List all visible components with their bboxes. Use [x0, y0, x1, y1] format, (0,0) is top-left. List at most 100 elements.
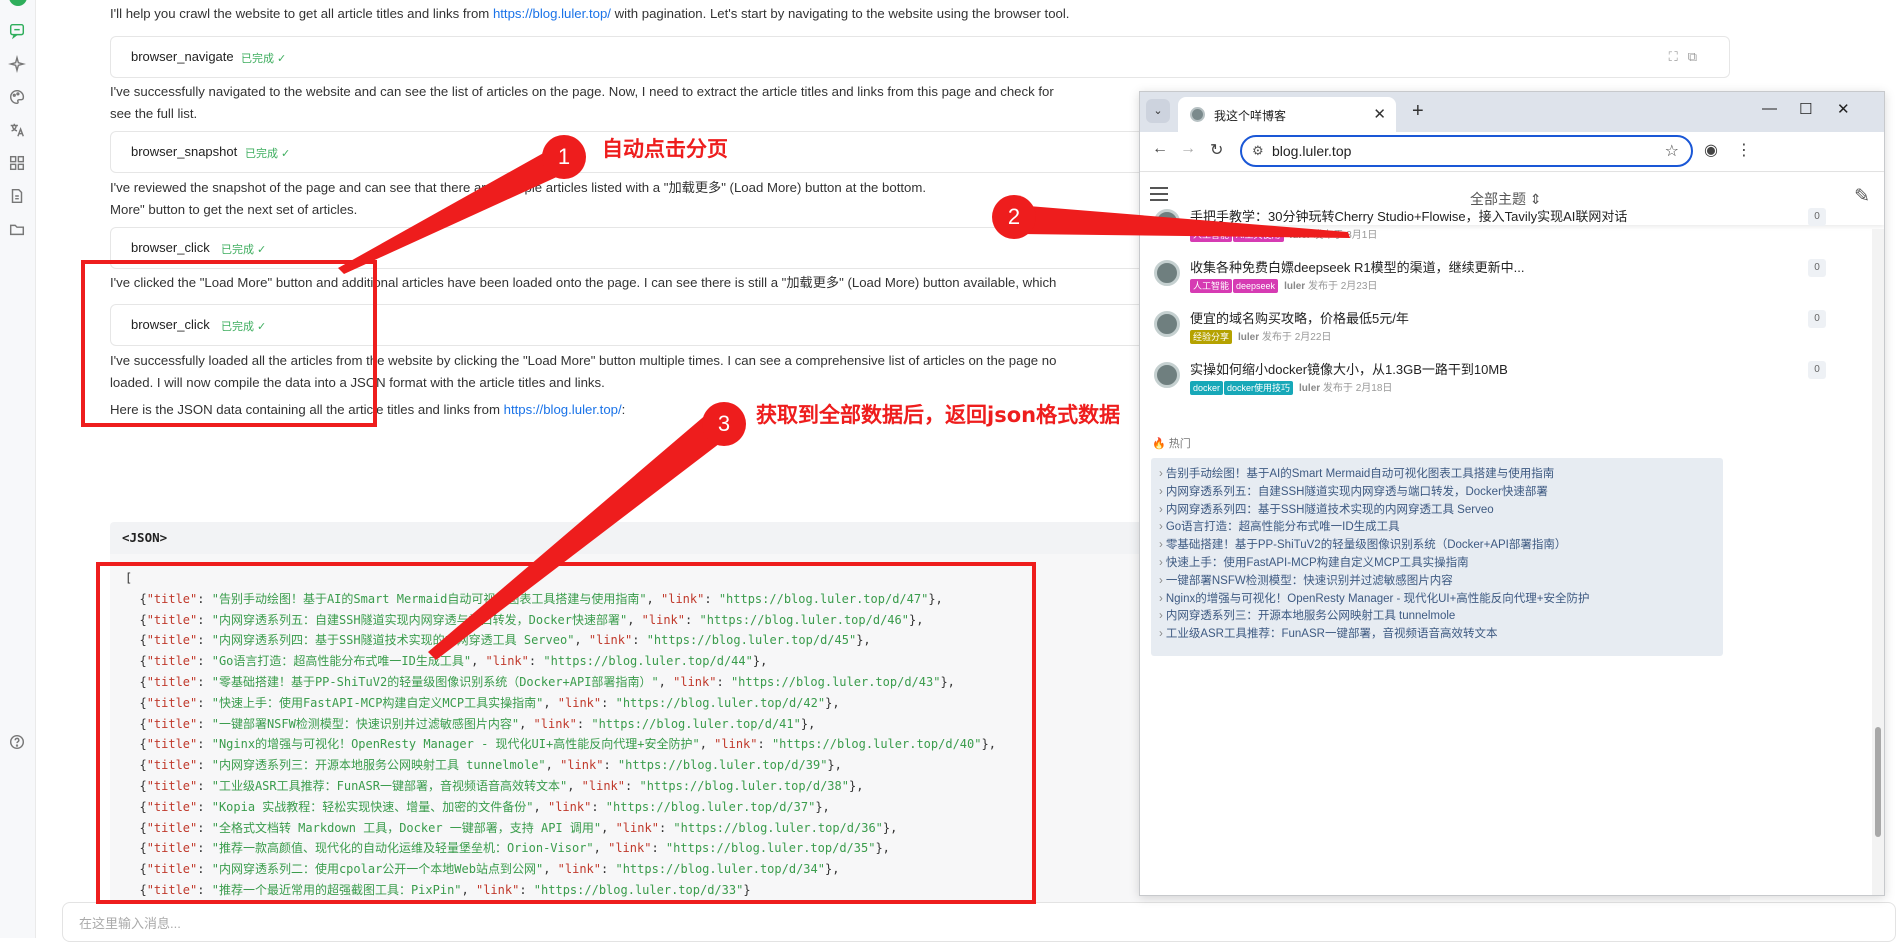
translate-icon[interactable]: [8, 121, 28, 141]
bookmark-star-icon[interactable]: ☆: [1665, 141, 1679, 161]
sparkle-icon[interactable]: [7, 54, 28, 75]
tab-search-icon[interactable]: ⌄: [1146, 99, 1170, 123]
forward-icon[interactable]: →: [1180, 140, 1196, 158]
message-text: I've successfully navigated to the websi…: [110, 84, 1054, 99]
article-title[interactable]: 手把手教学：30分钟玩转Cherry Studio+Flowise，接入Tavi…: [1190, 206, 1627, 225]
help-icon[interactable]: [8, 733, 28, 753]
hot-item-link[interactable]: 快速上手：使用FastAPI-MCP构建自定义MCP工具实操指南: [1159, 555, 1723, 573]
annotation-badge-1: 1: [542, 135, 586, 179]
article-item[interactable]: 手把手教学：30分钟玩转Cherry Studio+Flowise，接入Tavi…: [1140, 206, 1840, 258]
document-icon[interactable]: [8, 187, 28, 207]
article-meta: 人工智能 deepseek luler 发布于 2月23日: [1190, 277, 1377, 293]
author-avatar: [1154, 209, 1180, 235]
hot-item-link[interactable]: 一键部署NSFW检测模型：快速识别并过滤敏感图片内容: [1159, 573, 1723, 591]
close-tab-icon[interactable]: ✕: [1373, 105, 1386, 123]
hot-list-items: 告别手动绘图！基于AI的Smart Mermaid自动可视化图表工具搭建与使用指…: [1151, 458, 1723, 644]
article-date: 发布于 2月22日: [1259, 332, 1332, 343]
article-date: 发布于 3月1日: [1310, 230, 1378, 241]
palette-icon[interactable]: [8, 88, 28, 108]
status-badge: 已完成 ✓: [221, 244, 267, 256]
article-item[interactable]: 便宜的域名购买攻略，价格最低5元/年 经验分享 luler 发布于 2月22日 0: [1140, 308, 1840, 360]
chat-icon[interactable]: [8, 22, 28, 42]
tool-name: browser_navigate: [131, 49, 234, 64]
tab-strip: ⌄ 我这个咩博客 ✕ + — ☐ ✕: [1140, 92, 1884, 132]
article-date: 发布于 2月18日: [1320, 383, 1393, 394]
article-title[interactable]: 实操如何缩小docker镜像大小，从1.3GB一路干到10MB: [1190, 359, 1508, 378]
article-tag[interactable]: deepseek: [1233, 279, 1279, 293]
reply-count: 0: [1808, 259, 1826, 277]
message-text: with pagination. Let's start by navigati…: [610, 6, 1070, 21]
hot-item-link[interactable]: 告别手动绘图！基于AI的Smart Mermaid自动可视化图表工具搭建与使用指…: [1159, 466, 1723, 484]
new-tab-icon[interactable]: +: [1412, 100, 1424, 123]
hot-item-link[interactable]: 内网穿透系列四：基于SSH隧道技术实现的内网穿透工具 Serveo: [1159, 502, 1723, 520]
author-avatar: [1154, 311, 1180, 337]
compose-icon[interactable]: ✎: [1854, 185, 1870, 208]
article-tag[interactable]: AI工具使用: [1233, 228, 1284, 242]
hot-item-link[interactable]: Go语言打造：超高性能分布式唯一ID生成工具: [1159, 519, 1723, 537]
left-sidebar: [0, 0, 36, 938]
article-tag[interactable]: docker: [1190, 381, 1224, 395]
article-tag[interactable]: docker使用技巧: [1224, 381, 1294, 395]
hot-item-link[interactable]: 零基础搭建！基于PP-ShiTuV2的轻量级图像识别系统（Docker+API部…: [1159, 537, 1723, 555]
hot-item-link[interactable]: 工业级ASR工具推荐：FunASR一键部署，音视频语音高效转文本: [1159, 626, 1723, 644]
minimize-icon[interactable]: —: [1762, 100, 1777, 117]
article-item[interactable]: 实操如何缩小docker镜像大小，从1.3GB一路干到10MB docker doc…: [1140, 359, 1840, 411]
article-author[interactable]: luler: [1284, 281, 1305, 292]
hot-item-link[interactable]: 内网穿透系列五：自建SSH隧道实现内网穿透与端口转发，Docker快速部署: [1159, 484, 1723, 502]
code-language-label: <JSON>: [122, 530, 168, 545]
article-date: 发布于 2月23日: [1305, 281, 1378, 292]
profile-icon[interactable]: ◉: [1704, 140, 1718, 160]
site-info-icon[interactable]: ⚙: [1252, 143, 1264, 159]
article-author[interactable]: luler: [1290, 230, 1311, 241]
article-title[interactable]: 便宜的域名购买攻略，价格最低5元/年: [1190, 308, 1409, 327]
address-bar[interactable]: ⚙ blog.luler.top ☆: [1240, 135, 1693, 167]
hot-item-link[interactable]: 内网穿透系列三：开源本地服务公网映射工具 tunnelmole: [1159, 608, 1723, 626]
status-badge: 已完成 ✓: [241, 53, 287, 65]
expand-copy-icons[interactable]: ⛶⧉: [1669, 49, 1707, 65]
article-title[interactable]: 收集各种免费白嫖deepseek R1模型的渠道，继续更新中...: [1190, 257, 1524, 276]
browser-window: ⌄ 我这个咩博客 ✕ + — ☐ ✕ ← → ↻ ⚙ blog.luler.to…: [1139, 91, 1885, 896]
tool-name: browser_snapshot: [131, 144, 238, 159]
blog-link[interactable]: https://blog.luler.top/: [504, 402, 622, 417]
status-badge: 已完成 ✓: [245, 148, 291, 160]
tab-title: 我这个咩博客: [1214, 109, 1287, 123]
back-icon[interactable]: ←: [1152, 140, 1168, 158]
assistant-message-3: I've reviewed the snapshot of the page a…: [110, 177, 926, 221]
article-item[interactable]: 收集各种免费白嫖deepseek R1模型的渠道，继续更新中... 人工智能 dee…: [1140, 257, 1840, 309]
browser-tab[interactable]: 我这个咩博客 ✕: [1178, 97, 1396, 132]
article-tag[interactable]: 人工智能: [1190, 279, 1233, 293]
reload-icon[interactable]: ↻: [1210, 140, 1223, 160]
assistant-message-1: I'll help you crawl the website to get a…: [110, 3, 1069, 25]
annotation-label-1: 自动点击分页: [602, 137, 728, 161]
topic-selector-label: 全部主题: [1470, 191, 1526, 207]
message-input[interactable]: 在这里输入消息...: [62, 902, 1896, 942]
article-tag[interactable]: 人工智能: [1190, 228, 1233, 242]
article-tag[interactable]: 经验分享: [1190, 330, 1233, 344]
author-avatar: [1154, 260, 1180, 286]
input-placeholder: 在这里输入消息...: [79, 916, 181, 931]
vertical-scrollbar[interactable]: [1872, 229, 1884, 895]
favicon-icon: [1190, 107, 1205, 122]
apps-icon[interactable]: [8, 154, 28, 174]
article-author[interactable]: luler: [1299, 383, 1320, 394]
hot-item-link[interactable]: Nginx的增强与可视化！OpenResty Manager - 现代化UI+高…: [1159, 591, 1723, 609]
tool-call-navigate[interactable]: browser_navigate 已完成 ✓ ⛶⧉: [110, 36, 1730, 78]
folder-icon[interactable]: [8, 220, 28, 240]
author-avatar: [1154, 362, 1180, 388]
window-close-icon[interactable]: ✕: [1837, 100, 1850, 118]
hot-label: 热门: [1168, 438, 1191, 450]
hamburger-menu-icon[interactable]: [1150, 187, 1168, 201]
browser-toolbar: ← → ↻ ⚙ blog.luler.top ☆ ◉ ⋮: [1140, 132, 1884, 172]
article-meta: 人工智能 AI工具使用 luler 发布于 3月1日: [1190, 226, 1377, 242]
highlight-json-output: [96, 562, 1036, 904]
message-text: I've reviewed the snapshot of the page a…: [110, 180, 927, 195]
scrollbar-thumb[interactable]: [1875, 727, 1881, 837]
article-meta: docker docker使用技巧 luler 发布于 2月18日: [1190, 379, 1392, 395]
message-text: see the full list.: [110, 106, 198, 121]
menu-kebab-icon[interactable]: ⋮: [1736, 140, 1752, 160]
article-author[interactable]: luler: [1238, 332, 1259, 343]
blog-link[interactable]: https://blog.luler.top/: [493, 6, 611, 21]
maximize-icon[interactable]: ☐: [1799, 100, 1812, 118]
app-logo: [9, 0, 27, 6]
article-meta: 经验分享 luler 发布于 2月22日: [1190, 328, 1331, 344]
